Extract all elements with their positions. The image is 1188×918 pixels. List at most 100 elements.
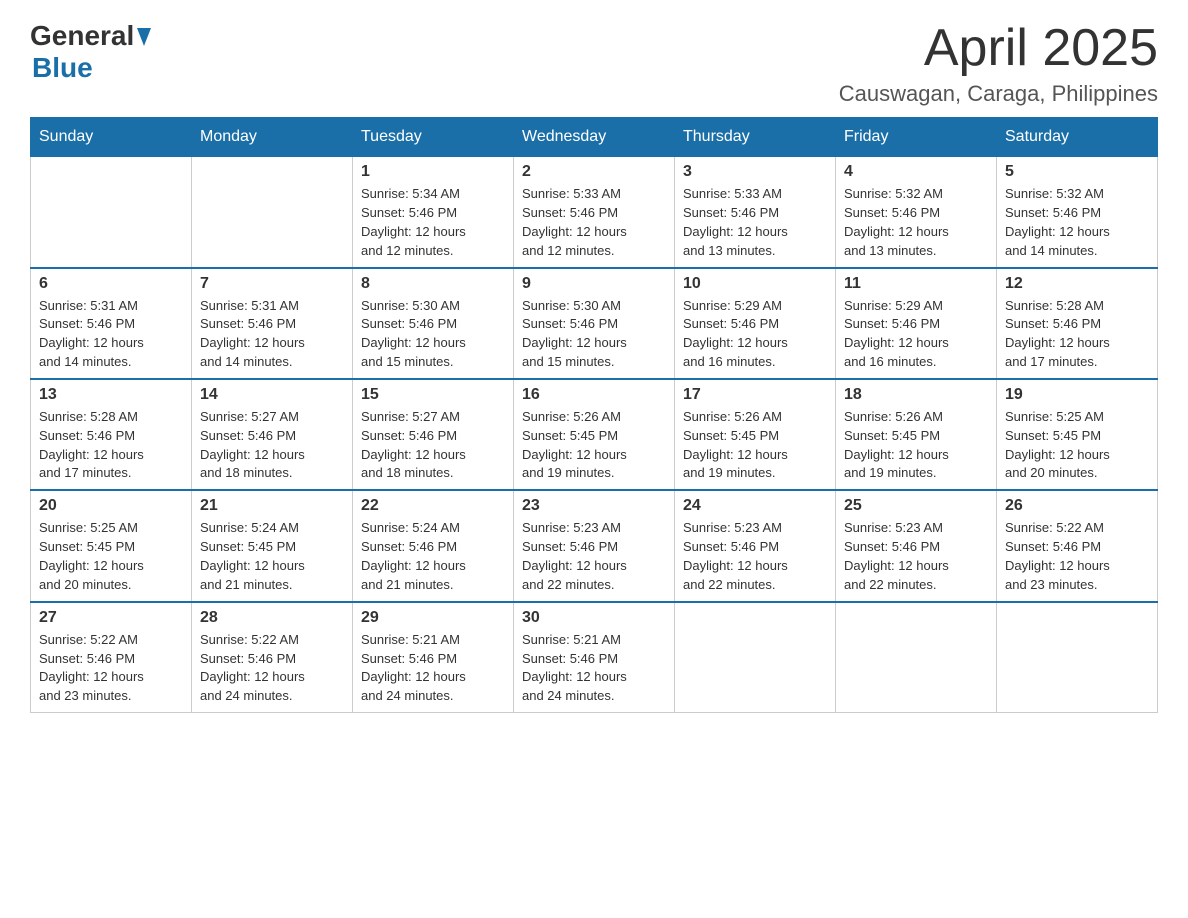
day-number: 20	[39, 497, 183, 515]
day-number: 16	[522, 386, 666, 404]
day-info: Sunrise: 5:31 AMSunset: 5:46 PMDaylight:…	[200, 297, 344, 372]
calendar-cell: 22Sunrise: 5:24 AMSunset: 5:46 PMDayligh…	[353, 490, 514, 601]
calendar-cell	[192, 157, 353, 268]
calendar-cell	[675, 602, 836, 713]
day-info: Sunrise: 5:30 AMSunset: 5:46 PMDaylight:…	[361, 297, 505, 372]
day-info: Sunrise: 5:26 AMSunset: 5:45 PMDaylight:…	[683, 408, 827, 483]
day-info: Sunrise: 5:24 AMSunset: 5:46 PMDaylight:…	[361, 519, 505, 594]
day-number: 4	[844, 163, 988, 181]
calendar-cell: 11 Sunrise: 5:29 AMSunset: 5:46 PMDayligh…	[836, 268, 997, 379]
calendar-cell: 8 Sunrise: 5:30 AMSunset: 5:46 PMDaylight…	[353, 268, 514, 379]
week-row-3: 13 Sunrise: 5:28 AMSunset: 5:46 PMDayligh…	[31, 379, 1158, 490]
weekday-header-monday: Monday	[192, 118, 353, 157]
calendar-cell: 3 Sunrise: 5:33 AMSunset: 5:46 PMDaylight…	[675, 157, 836, 268]
calendar-cell: 14 Sunrise: 5:27 AMSunset: 5:46 PMDayligh…	[192, 379, 353, 490]
week-row-2: 6 Sunrise: 5:31 AMSunset: 5:46 PMDaylight…	[31, 268, 1158, 379]
day-number: 2	[522, 163, 666, 181]
calendar-table: SundayMondayTuesdayWednesdayThursdayFrid…	[30, 117, 1158, 713]
day-number: 11	[844, 275, 988, 293]
day-number: 9	[522, 275, 666, 293]
day-number: 23	[522, 497, 666, 515]
calendar-cell: 13 Sunrise: 5:28 AMSunset: 5:46 PMDayligh…	[31, 379, 192, 490]
day-info: Sunrise: 5:29 AMSunset: 5:46 PMDaylight:…	[683, 297, 827, 372]
calendar-cell: 9Sunrise: 5:30 AMSunset: 5:46 PMDaylight…	[514, 268, 675, 379]
day-info: Sunrise: 5:27 AMSunset: 5:46 PMDaylight:…	[200, 408, 344, 483]
day-info: Sunrise: 5:26 AMSunset: 5:45 PMDaylight:…	[522, 408, 666, 483]
day-info: Sunrise: 5:28 AMSunset: 5:46 PMDaylight:…	[39, 408, 183, 483]
location-subtitle: Causwagan, Caraga, Philippines	[839, 81, 1158, 107]
day-number: 17	[683, 386, 827, 404]
day-info: Sunrise: 5:22 AMSunset: 5:46 PMDaylight:…	[200, 631, 344, 706]
calendar-cell: 28 Sunrise: 5:22 AMSunset: 5:46 PMDayligh…	[192, 602, 353, 713]
day-info: Sunrise: 5:32 AMSunset: 5:46 PMDaylight:…	[1005, 185, 1149, 260]
day-number: 12	[1005, 275, 1149, 293]
logo: General Blue	[30, 20, 151, 84]
day-number: 1	[361, 163, 505, 181]
weekday-header-thursday: Thursday	[675, 118, 836, 157]
calendar-cell: 23 Sunrise: 5:23 AMSunset: 5:46 PMDayligh…	[514, 490, 675, 601]
day-number: 13	[39, 386, 183, 404]
day-info: Sunrise: 5:33 AMSunset: 5:46 PMDaylight:…	[683, 185, 827, 260]
calendar-cell: 25 Sunrise: 5:23 AMSunset: 5:46 PMDayligh…	[836, 490, 997, 601]
logo-blue-text: Blue	[32, 52, 151, 84]
day-info: Sunrise: 5:22 AMSunset: 5:46 PMDaylight:…	[1005, 519, 1149, 594]
day-info: Sunrise: 5:23 AMSunset: 5:46 PMDaylight:…	[844, 519, 988, 594]
weekday-header-friday: Friday	[836, 118, 997, 157]
calendar-header-row: SundayMondayTuesdayWednesdayThursdayFrid…	[31, 118, 1158, 157]
day-number: 8	[361, 275, 505, 293]
calendar-cell	[31, 157, 192, 268]
day-number: 21	[200, 497, 344, 515]
calendar-cell: 30Sunrise: 5:21 AMSunset: 5:46 PMDayligh…	[514, 602, 675, 713]
calendar-cell: 20 Sunrise: 5:25 AMSunset: 5:45 PMDayligh…	[31, 490, 192, 601]
week-row-4: 20 Sunrise: 5:25 AMSunset: 5:45 PMDayligh…	[31, 490, 1158, 601]
calendar-cell: 16 Sunrise: 5:26 AMSunset: 5:45 PMDayligh…	[514, 379, 675, 490]
calendar-cell: 6Sunrise: 5:31 AMSunset: 5:46 PMDaylight…	[31, 268, 192, 379]
week-row-5: 27 Sunrise: 5:22 AMSunset: 5:46 PMDayligh…	[31, 602, 1158, 713]
day-number: 5	[1005, 163, 1149, 181]
day-info: Sunrise: 5:23 AMSunset: 5:46 PMDaylight:…	[683, 519, 827, 594]
day-info: Sunrise: 5:22 AMSunset: 5:46 PMDaylight:…	[39, 631, 183, 706]
page-header: General Blue April 2025 Causwagan, Carag…	[30, 20, 1158, 107]
day-number: 6	[39, 275, 183, 293]
weekday-header-wednesday: Wednesday	[514, 118, 675, 157]
day-info: Sunrise: 5:34 AMSunset: 5:46 PMDaylight:…	[361, 185, 505, 260]
day-info: Sunrise: 5:25 AMSunset: 5:45 PMDaylight:…	[1005, 408, 1149, 483]
calendar-cell: 19Sunrise: 5:25 AMSunset: 5:45 PMDayligh…	[997, 379, 1158, 490]
week-row-1: 1 Sunrise: 5:34 AMSunset: 5:46 PMDaylight…	[31, 157, 1158, 268]
day-number: 15	[361, 386, 505, 404]
month-title: April 2025	[839, 20, 1158, 77]
day-number: 24	[683, 497, 827, 515]
day-info: Sunrise: 5:29 AMSunset: 5:46 PMDaylight:…	[844, 297, 988, 372]
day-number: 25	[844, 497, 988, 515]
day-number: 27	[39, 609, 183, 627]
day-number: 10	[683, 275, 827, 293]
calendar-cell: 10 Sunrise: 5:29 AMSunset: 5:46 PMDayligh…	[675, 268, 836, 379]
day-info: Sunrise: 5:27 AMSunset: 5:46 PMDaylight:…	[361, 408, 505, 483]
day-info: Sunrise: 5:21 AMSunset: 5:46 PMDaylight:…	[522, 631, 666, 706]
calendar-cell: 1 Sunrise: 5:34 AMSunset: 5:46 PMDaylight…	[353, 157, 514, 268]
calendar-cell: 24 Sunrise: 5:23 AMSunset: 5:46 PMDayligh…	[675, 490, 836, 601]
weekday-header-tuesday: Tuesday	[353, 118, 514, 157]
title-section: April 2025 Causwagan, Caraga, Philippine…	[839, 20, 1158, 107]
weekday-header-saturday: Saturday	[997, 118, 1158, 157]
calendar-cell: 5 Sunrise: 5:32 AMSunset: 5:46 PMDaylight…	[997, 157, 1158, 268]
day-number: 28	[200, 609, 344, 627]
day-number: 14	[200, 386, 344, 404]
calendar-cell: 26 Sunrise: 5:22 AMSunset: 5:46 PMDayligh…	[997, 490, 1158, 601]
calendar-cell	[997, 602, 1158, 713]
calendar-cell: 29Sunrise: 5:21 AMSunset: 5:46 PMDayligh…	[353, 602, 514, 713]
calendar-cell: 7Sunrise: 5:31 AMSunset: 5:46 PMDaylight…	[192, 268, 353, 379]
day-info: Sunrise: 5:24 AMSunset: 5:45 PMDaylight:…	[200, 519, 344, 594]
day-info: Sunrise: 5:23 AMSunset: 5:46 PMDaylight:…	[522, 519, 666, 594]
calendar-cell: 12Sunrise: 5:28 AMSunset: 5:46 PMDayligh…	[997, 268, 1158, 379]
calendar-cell: 21 Sunrise: 5:24 AMSunset: 5:45 PMDayligh…	[192, 490, 353, 601]
day-number: 3	[683, 163, 827, 181]
day-number: 26	[1005, 497, 1149, 515]
day-info: Sunrise: 5:25 AMSunset: 5:45 PMDaylight:…	[39, 519, 183, 594]
calendar-cell: 18Sunrise: 5:26 AMSunset: 5:45 PMDayligh…	[836, 379, 997, 490]
calendar-cell: 15 Sunrise: 5:27 AMSunset: 5:46 PMDayligh…	[353, 379, 514, 490]
weekday-header-sunday: Sunday	[31, 118, 192, 157]
logo-triangle-icon	[137, 28, 151, 51]
day-info: Sunrise: 5:21 AMSunset: 5:46 PMDaylight:…	[361, 631, 505, 706]
calendar-cell: 2Sunrise: 5:33 AMSunset: 5:46 PMDaylight…	[514, 157, 675, 268]
